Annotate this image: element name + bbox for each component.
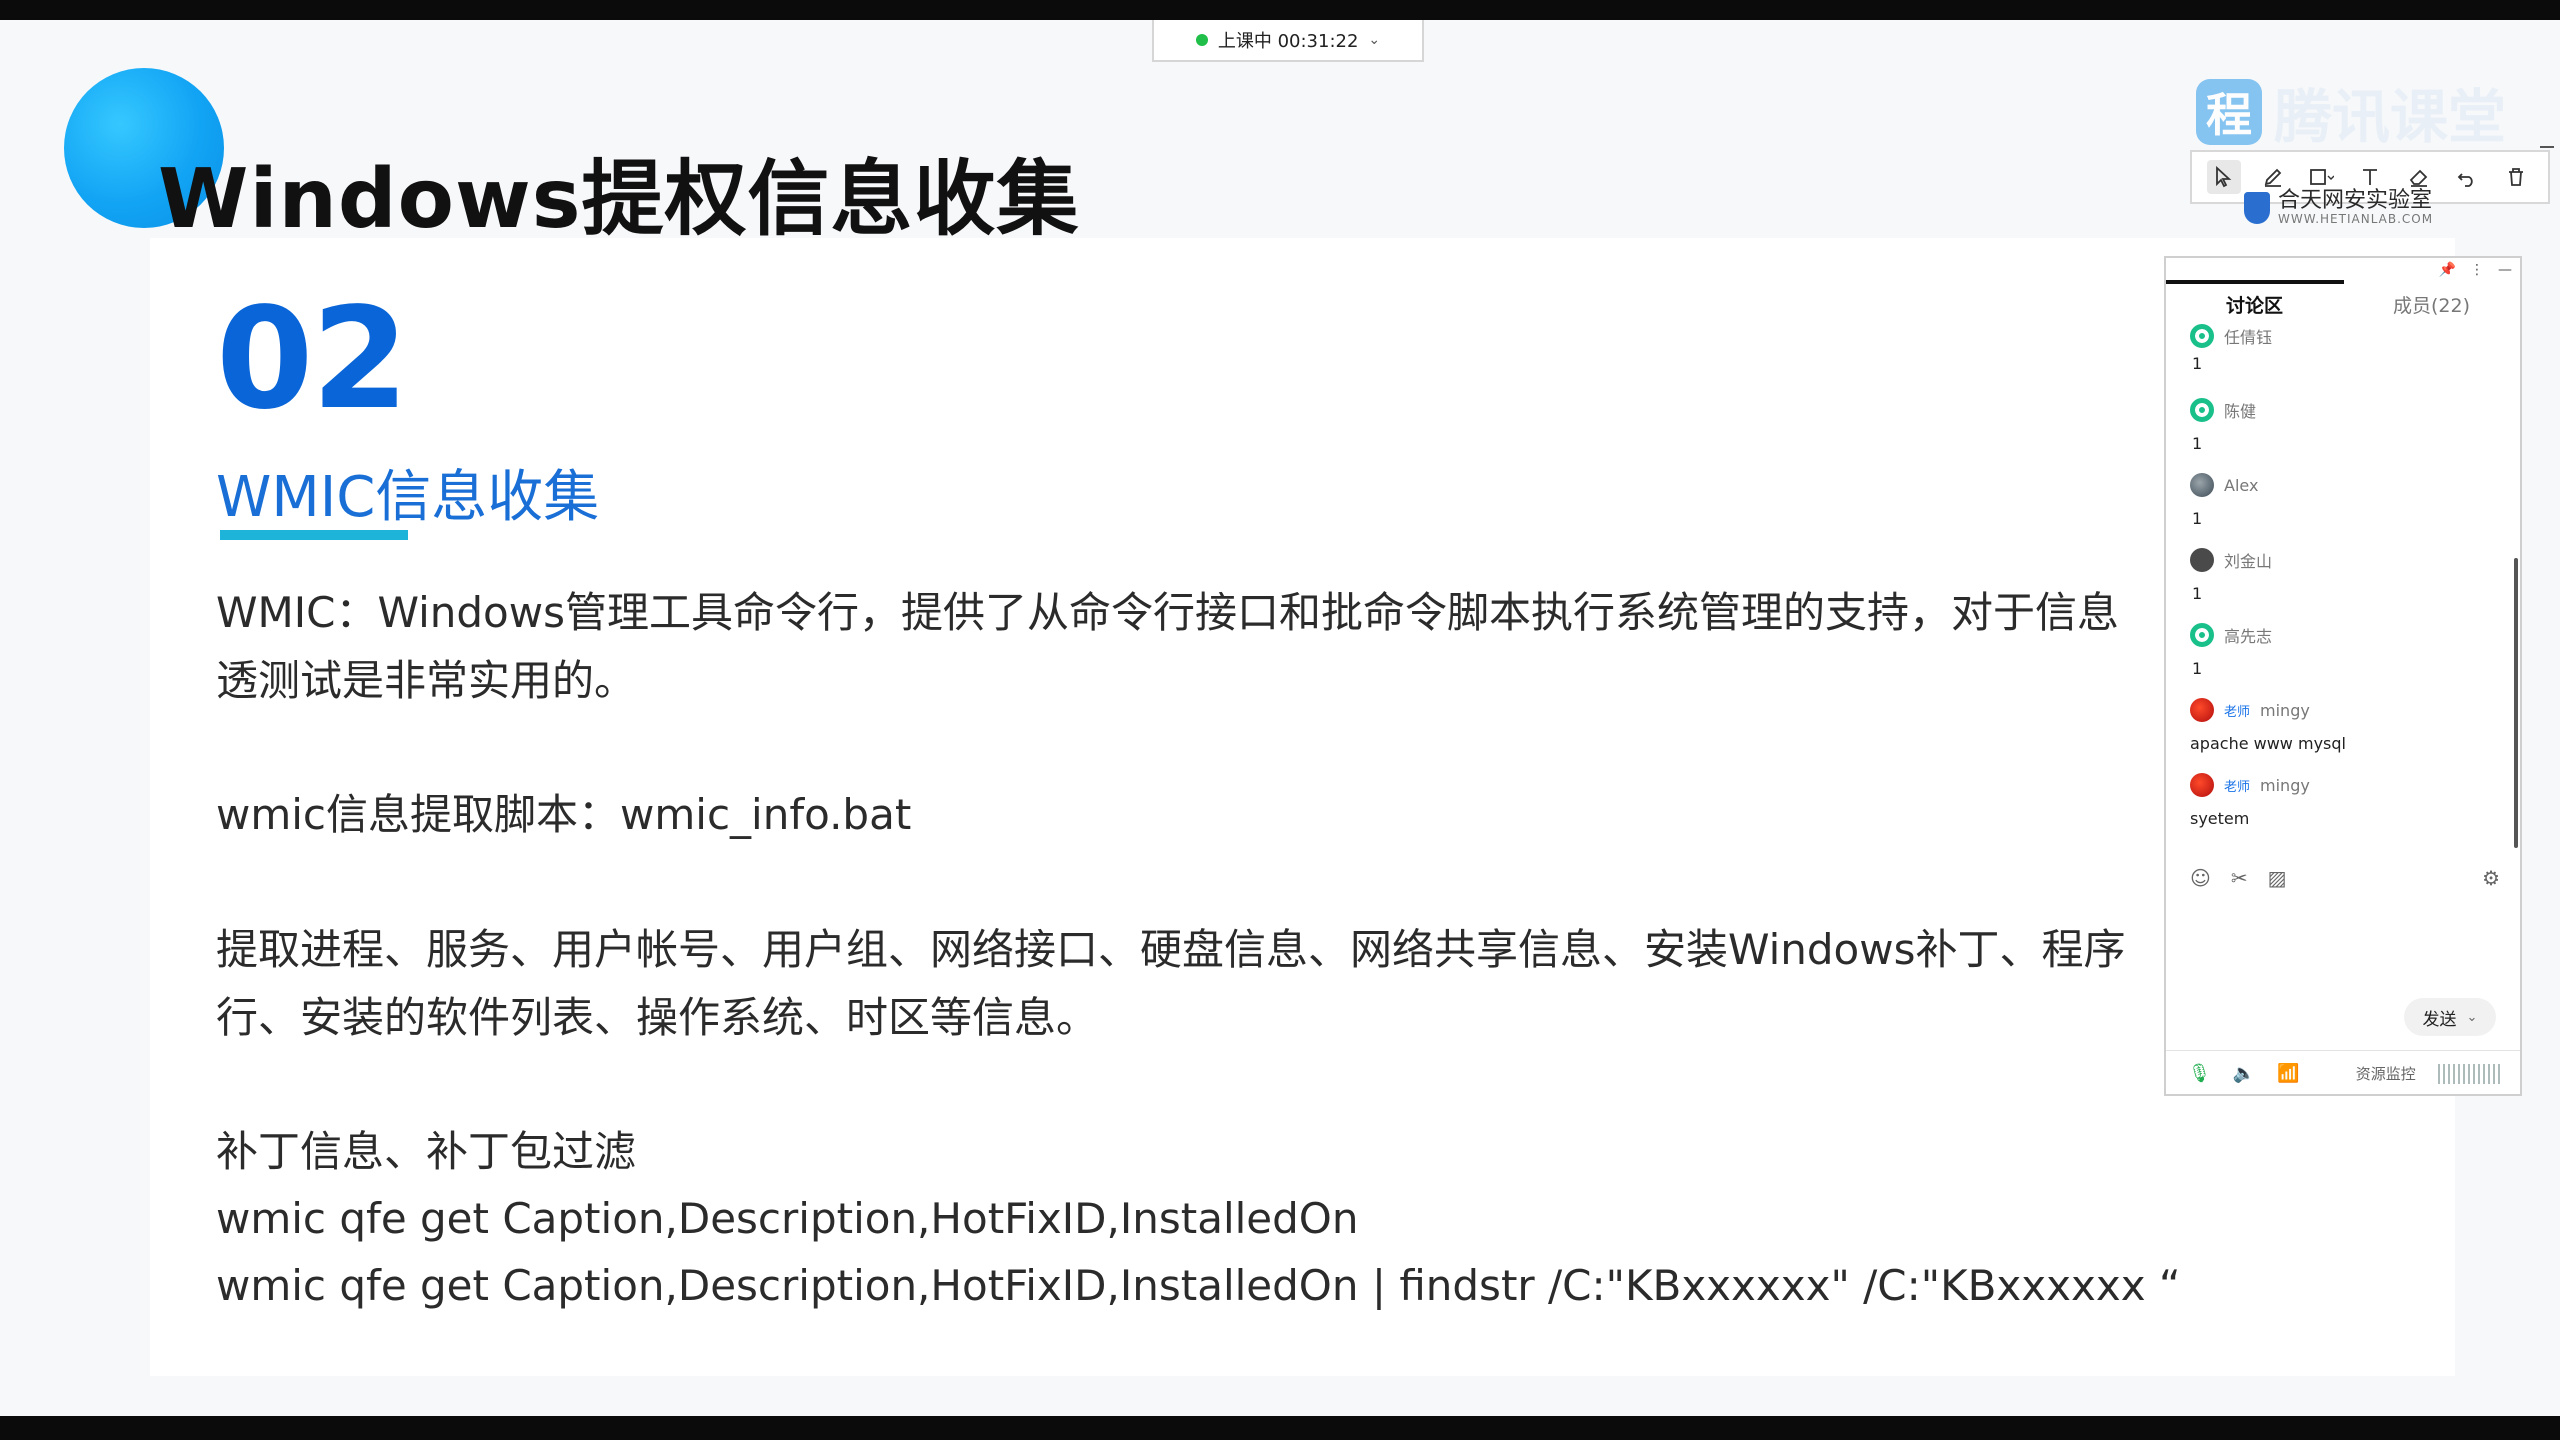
message-text: 1 — [2192, 584, 2203, 603]
teacher-badge: 老师 — [2224, 704, 2251, 720]
bottom-black-bar — [0, 1416, 2560, 1440]
chevron-down-icon[interactable]: ⌄ — [2467, 1010, 2478, 1025]
body-line: wmic qfe get Caption,Description,HotFixI… — [216, 1261, 2181, 1310]
pointer-icon[interactable] — [2207, 160, 2242, 194]
sender-name: 陈健 — [2224, 402, 2257, 421]
undo-icon[interactable] — [2450, 160, 2484, 194]
sender-name: 高先志 — [2224, 627, 2273, 646]
body-line: 补丁信息、补丁包过滤 — [216, 1127, 637, 1176]
sender-name: mingy — [2260, 775, 2310, 795]
message-text: 1 — [2192, 434, 2203, 453]
microphone-icon[interactable]: 🎙 — [2188, 1063, 2211, 1084]
tab-members[interactable]: 成员(22) — [2343, 282, 2520, 326]
logo-badge: 程 — [2196, 79, 2262, 145]
avatar — [2190, 398, 2214, 422]
body-line: wmic qfe get Caption,Description,HotFixI… — [216, 1194, 1359, 1243]
pin-icon[interactable]: 📌 — [2439, 262, 2456, 278]
minimize-icon[interactable] — [2540, 146, 2554, 148]
subtitle-underline — [220, 530, 408, 540]
resource-meter — [2437, 1063, 2502, 1084]
top-black-bar — [0, 0, 2560, 20]
send-button[interactable]: 发送 ⌄ — [2404, 998, 2496, 1036]
emoji-icon[interactable]: ☺ — [2190, 866, 2211, 890]
slide-title: Windows提权信息收集 — [158, 152, 1080, 247]
sender-name: Alex — [2224, 475, 2259, 495]
active-tab-indicator — [2166, 280, 2344, 284]
tencent-classroom-logo: 程 腾讯课堂 — [2196, 70, 2506, 154]
stats-icon[interactable]: 📶 — [2277, 1063, 2299, 1084]
chat-input-tools: ☺ ✂ ▨ ⚙ — [2190, 866, 2500, 890]
message-text: 1 — [2192, 659, 2203, 678]
scissors-icon[interactable]: ✂ — [2231, 866, 2248, 890]
chat-panel: 📌 ⋮ — 讨论区 成员(22) 任倩钰 1 陈健 1 Alex 1 刘金山 1… — [2164, 256, 2522, 1096]
message-text: syetem — [2190, 809, 2250, 828]
message-text: apache www mysql — [2190, 734, 2346, 753]
chat-tabs: 讨论区 成员(22) — [2166, 282, 2520, 326]
lab-url: WWW.HETIANLAB.COM — [2278, 212, 2434, 226]
section-subtitle: WMIC信息收集 — [216, 465, 600, 530]
avatar — [2190, 698, 2214, 722]
body-line: WMIC：Windows管理工具命令行，提供了从命令行接口和批命令脚本执行系统管… — [216, 588, 2119, 637]
sender-name: 刘金山 — [2224, 552, 2273, 571]
message-list[interactable]: 任倩钰 1 陈健 1 Alex 1 刘金山 1 高先志 1 老师 mingy ap… — [2166, 324, 2520, 1098]
audio-controls: 🎙 🔈 📶 资源监控 — [2166, 1050, 2520, 1096]
hetianlab-logo: 合天网安实验室 WWW.HETIANLAB.COM — [2244, 190, 2433, 226]
sender-name: 任倩钰 — [2224, 328, 2273, 347]
avatar — [2190, 773, 2214, 797]
avatar — [2190, 548, 2214, 572]
teacher-badge: 老师 — [2224, 779, 2251, 795]
resource-monitor-label[interactable]: 资源监控 — [2356, 1063, 2416, 1084]
avatar — [2190, 324, 2214, 348]
send-label: 发送 — [2422, 1009, 2457, 1030]
settings-icon[interactable]: ⚙ — [2482, 866, 2500, 890]
section-number: 02 — [216, 278, 409, 441]
speaker-icon[interactable]: 🔈 — [2233, 1063, 2255, 1084]
logo-brand: 腾讯课堂 — [2274, 83, 2507, 151]
chevron-down-icon: ⌄ — [1368, 32, 1381, 48]
shield-icon — [2244, 192, 2270, 224]
body-line: 透测试是非常实用的。 — [216, 656, 637, 705]
image-icon[interactable]: ▨ — [2268, 866, 2287, 890]
body-line: 行、安装的软件列表、操作系统、时区等信息。 — [216, 993, 1099, 1042]
chat-header-controls: 📌 ⋮ — — [2439, 262, 2512, 278]
sender-name: mingy — [2260, 700, 2310, 720]
minimize-icon[interactable]: — — [2498, 262, 2512, 278]
avatar — [2190, 623, 2214, 647]
trash-icon[interactable] — [2499, 160, 2533, 194]
body-line: 提取进程、服务、用户帐号、用户组、网络接口、硬盘信息、网络共享信息、安装Wind… — [216, 925, 2126, 974]
class-status-text: 上课中 00:31:22 — [1217, 31, 1359, 52]
live-dot-icon — [1195, 34, 1208, 46]
avatar — [2190, 473, 2214, 497]
message-text: 1 — [2192, 354, 2203, 373]
chat-scrollbar[interactable] — [2514, 558, 2518, 848]
class-status-pill[interactable]: 上课中 00:31:22 ⌄ — [1152, 20, 1424, 62]
message-text: 1 — [2192, 509, 2203, 528]
tab-discussion[interactable]: 讨论区 — [2166, 282, 2343, 326]
more-icon[interactable]: ⋮ — [2470, 262, 2484, 278]
body-line: wmic信息提取脚本：wmic_info.bat — [216, 790, 912, 839]
lab-name: 合天网安实验室 — [2278, 188, 2433, 213]
